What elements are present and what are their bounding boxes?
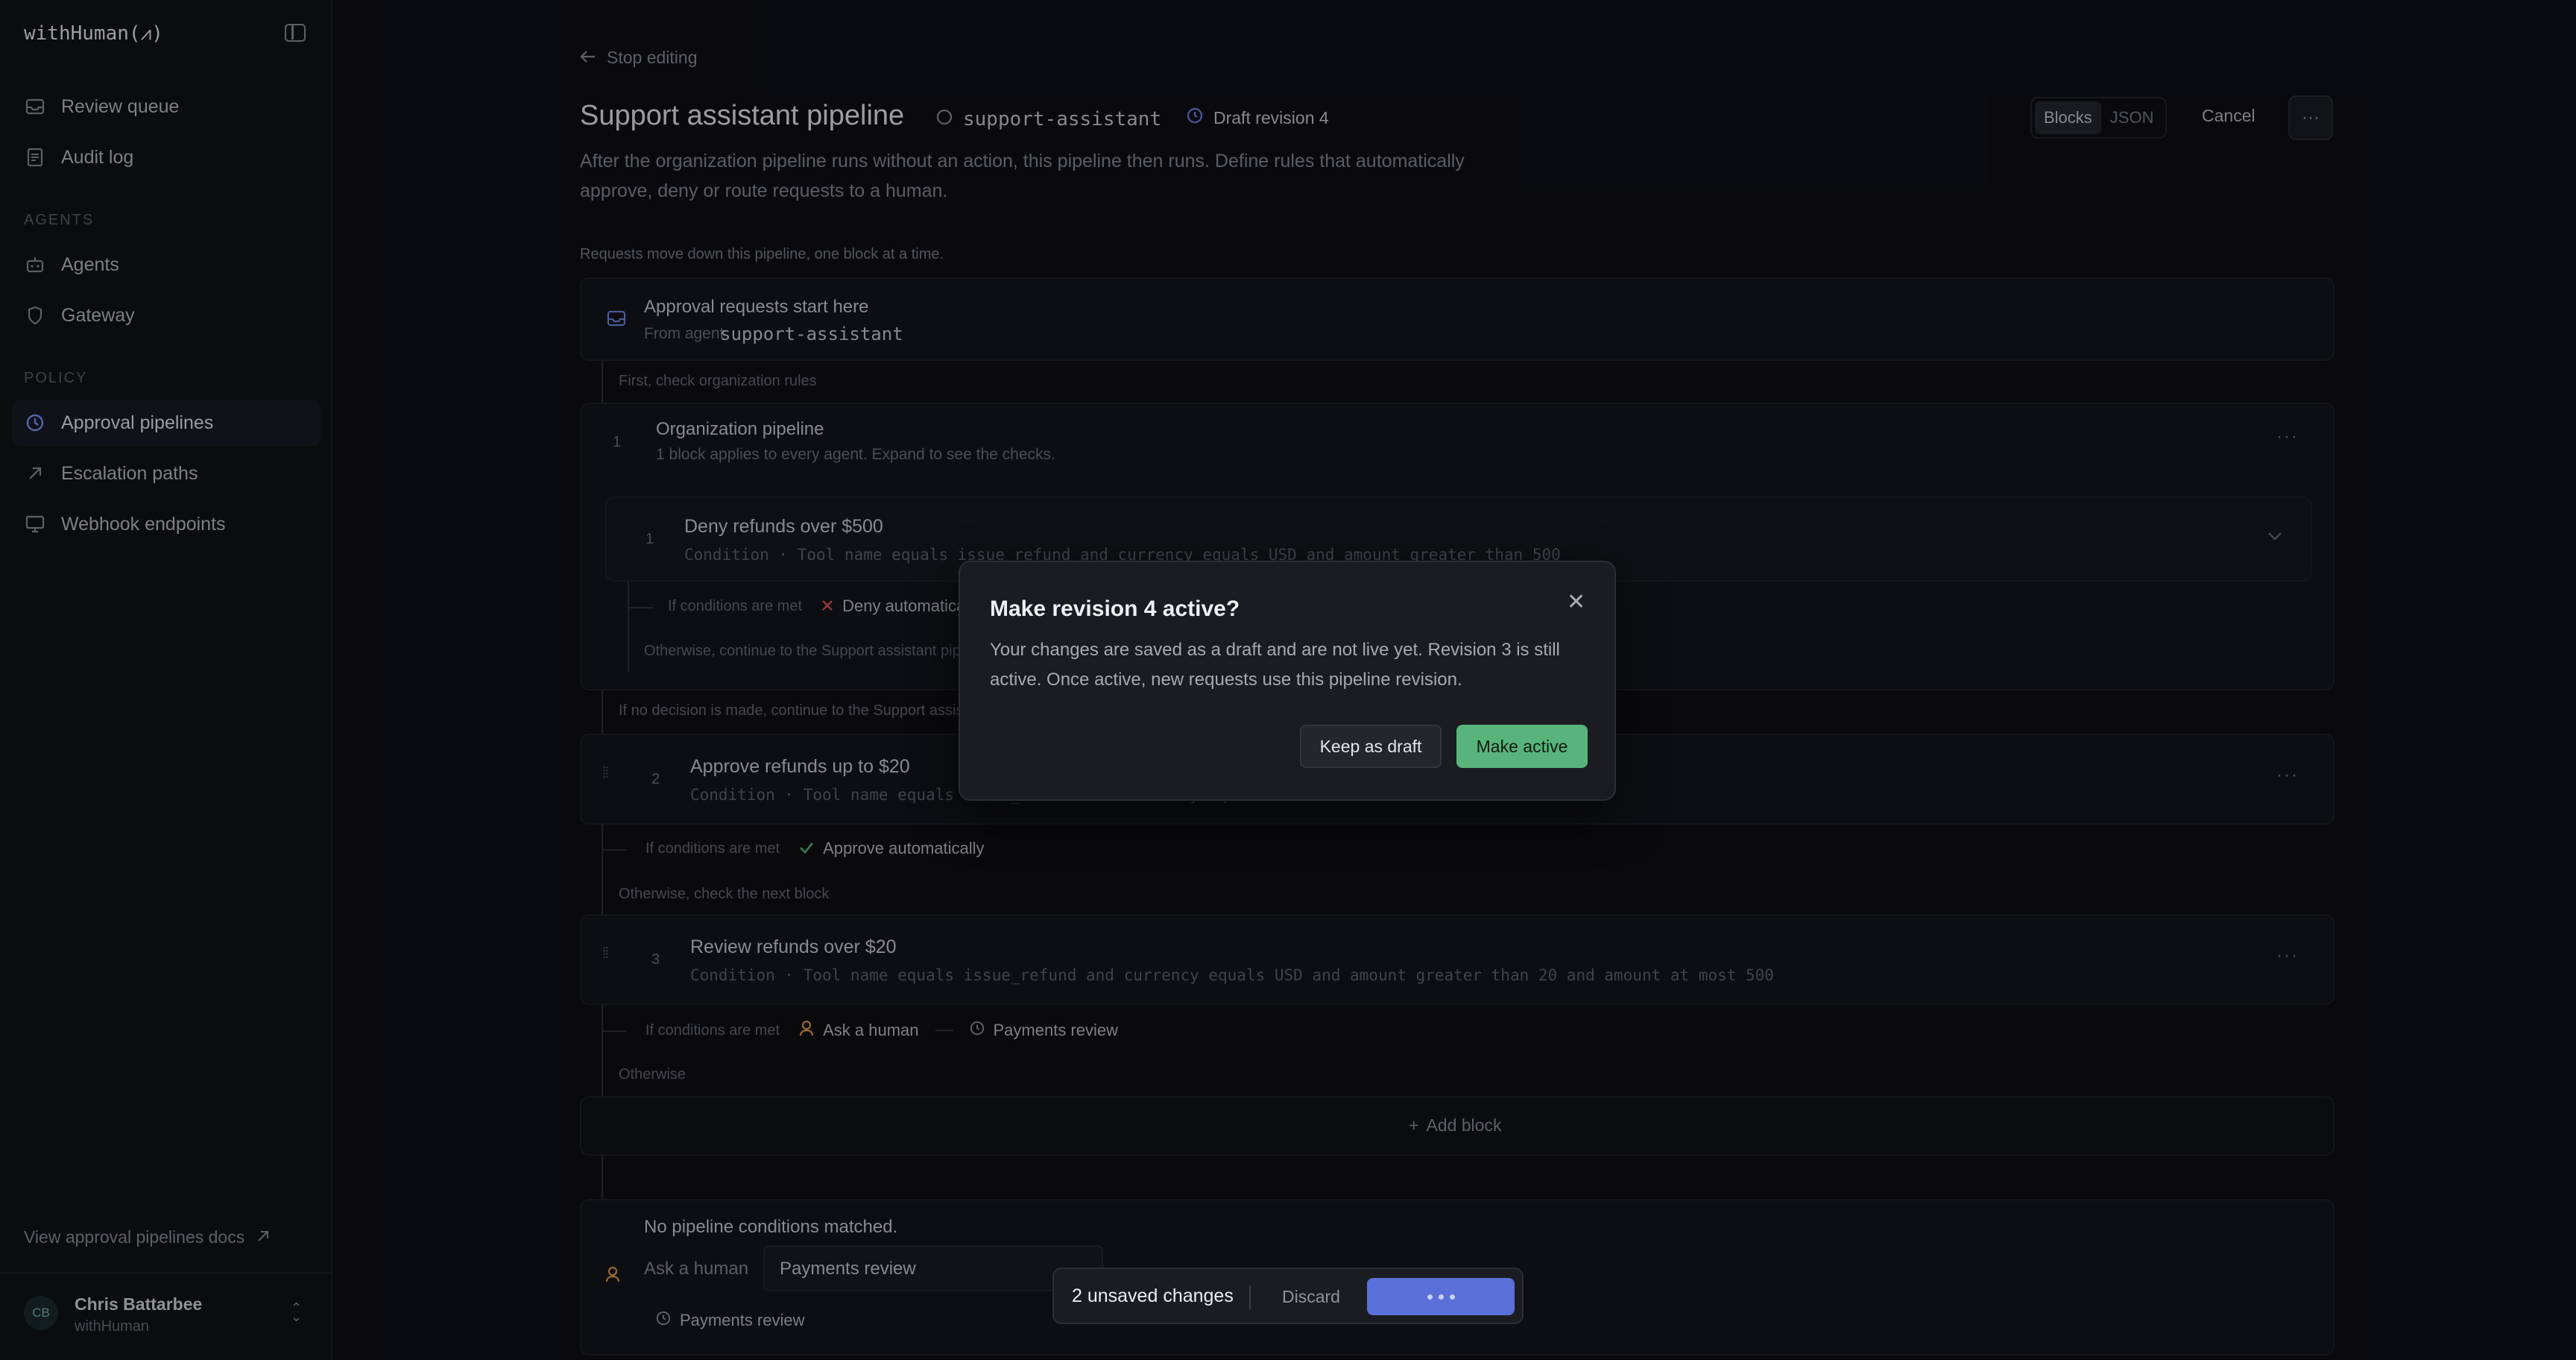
save-button-loading[interactable]: [1367, 1278, 1515, 1315]
loading-dot: [1449, 1294, 1455, 1300]
unsaved-changes-bar: 2 unsaved changes Discard: [1052, 1268, 1524, 1324]
make-active-button[interactable]: Make active: [1456, 725, 1588, 768]
dialog-body: Your changes are saved as a draft and ar…: [990, 640, 1560, 690]
discard-button[interactable]: Discard: [1282, 1287, 1340, 1307]
make-active-dialog: Make revision 4 active? ✕ Your changes a…: [959, 561, 1616, 801]
loading-dot: [1427, 1294, 1433, 1300]
divider: [1249, 1285, 1251, 1309]
close-icon[interactable]: ✕: [1567, 589, 1585, 615]
unsaved-count: 2 unsaved changes: [1072, 1285, 1234, 1306]
loading-dot: [1438, 1294, 1444, 1300]
keep-as-draft-button[interactable]: Keep as draft: [1300, 725, 1442, 768]
dialog-title: Make revision 4 active?: [990, 596, 1240, 621]
